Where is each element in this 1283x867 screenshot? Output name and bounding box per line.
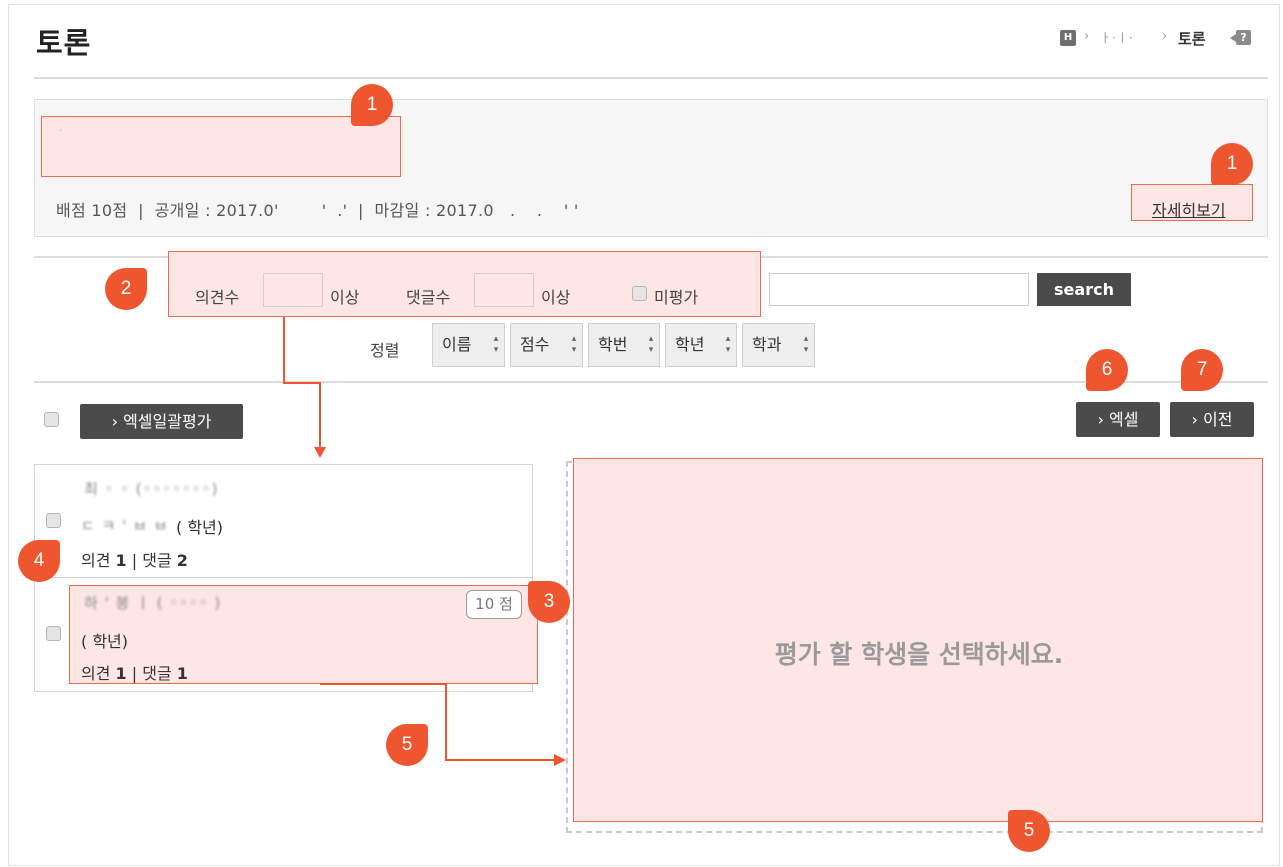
sort-button-label: 학년 <box>675 335 705 354</box>
callout-marker: 3 <box>528 581 570 623</box>
breadcrumb-current: 토론 <box>1178 30 1206 48</box>
opinions-min-input[interactable] <box>263 273 323 307</box>
sort-updown-icon: ▴ ▾ <box>648 334 654 355</box>
sort-by-score-button[interactable]: 점수 ▴ ▾ <box>510 323 583 367</box>
student-department: ㄷ ㅋ ' ㅂ ㅂ <box>81 517 169 535</box>
search-input[interactable] <box>769 273 1029 306</box>
opinion-count: 1 <box>115 551 127 570</box>
score-badge: 10 점 <box>466 590 522 619</box>
callout-marker: 5 <box>386 724 428 766</box>
student-grade: ( 학년) <box>81 632 129 651</box>
select-all-checkbox[interactable] <box>44 412 59 427</box>
student-name: 하 ' 봉 ㅣ ( ◦◦◦◦ ) <box>84 594 222 612</box>
sort-updown-icon: ▴ ▾ <box>725 334 731 355</box>
detail-link[interactable]: 자세히보기 <box>1152 197 1226 221</box>
breadcrumb-item[interactable]: ㅏ·ㅣ· <box>1100 29 1134 46</box>
opinions-suffix: 이상 <box>330 288 360 307</box>
search-button[interactable]: search <box>1037 273 1131 306</box>
opinion-count: 1 <box>115 664 127 683</box>
sort-updown-icon: ▴ ▾ <box>493 334 499 355</box>
breadcrumb-separator: › <box>1084 29 1090 44</box>
evaluation-placeholder: 평가 할 학생을 선택하세요. <box>774 640 1064 669</box>
evaluation-panel-highlight: 평가 할 학생을 선택하세요. <box>573 458 1263 822</box>
opinion-label: 의견 <box>81 664 111 683</box>
breadcrumb: H › ㅏ·ㅣ· › 토론 ? <box>1060 28 1260 50</box>
callout-marker: 1 <box>1211 143 1253 185</box>
discussion-title-highlight: · <box>41 116 401 177</box>
breadcrumb-separator: › <box>1162 29 1168 44</box>
comments-suffix: 이상 <box>541 288 571 307</box>
opinion-label: 의견 <box>81 551 111 570</box>
student-stats: 의견 1 | 댓글 2 <box>81 551 188 570</box>
discussion-title: · <box>59 126 63 137</box>
student-checkbox[interactable] <box>46 513 61 528</box>
opinions-label: 의견수 <box>195 288 240 307</box>
sort-by-name-button[interactable]: 이름 ▴ ▾ <box>432 323 505 367</box>
sort-by-grade-button[interactable]: 학년 ▴ ▾ <box>665 323 737 367</box>
sort-updown-icon: ▴ ▾ <box>803 334 809 355</box>
student-checkbox[interactable] <box>46 626 61 641</box>
sort-updown-icon: ▴ ▾ <box>571 334 577 355</box>
previous-button[interactable]: › 이전 <box>1170 402 1254 437</box>
comments-min-input[interactable] <box>474 273 534 307</box>
unevaluated-label: 미평가 <box>654 288 699 307</box>
sort-label: 정렬 <box>370 341 400 360</box>
callout-marker: 2 <box>105 268 147 310</box>
callout-marker: 4 <box>18 540 60 582</box>
unevaluated-checkbox[interactable] <box>632 286 647 301</box>
callout-marker: 1 <box>351 84 393 126</box>
help-icon[interactable]: ? <box>1230 28 1252 48</box>
comment-count: 2 <box>176 551 188 570</box>
page-title: 토론 <box>36 26 92 60</box>
student-grade: ( 학년) <box>176 518 224 537</box>
comment-count: 1 <box>176 664 188 683</box>
sort-button-label: 학번 <box>598 335 628 354</box>
detail-link-highlight: 자세히보기 <box>1131 184 1253 221</box>
sort-button-label: 점수 <box>520 335 550 354</box>
home-icon[interactable]: H <box>1060 30 1076 46</box>
comment-label: 댓글 <box>142 664 172 683</box>
callout-marker: 5 <box>1008 810 1050 852</box>
divider <box>34 381 1268 383</box>
sort-button-label: 학과 <box>752 335 782 354</box>
student-stats: 의견 1 | 댓글 1 <box>81 664 188 683</box>
help-question-icon: ? <box>1236 30 1251 45</box>
comments-label: 댓글수 <box>406 288 451 307</box>
sort-button-label: 이름 <box>442 335 472 354</box>
callout-marker: 6 <box>1086 349 1128 391</box>
excel-batch-evaluate-button[interactable]: › 엑셀일괄평가 <box>80 404 243 439</box>
discussion-meta: 배점 10점 | 공개일 : 2017.0' ' .' | 마감일 : 2017… <box>56 201 579 220</box>
callout-marker: 7 <box>1181 349 1223 391</box>
divider <box>34 77 1268 79</box>
excel-button[interactable]: › 엑셀 <box>1076 402 1160 437</box>
comment-label: 댓글 <box>142 551 172 570</box>
student-name: 최 ◦ ◦ (◦◦◦◦◦◦◦) <box>84 480 219 498</box>
sort-by-department-button[interactable]: 학과 ▴ ▾ <box>742 323 815 367</box>
sort-by-student-id-button[interactable]: 학번 ▴ ▾ <box>588 323 660 367</box>
